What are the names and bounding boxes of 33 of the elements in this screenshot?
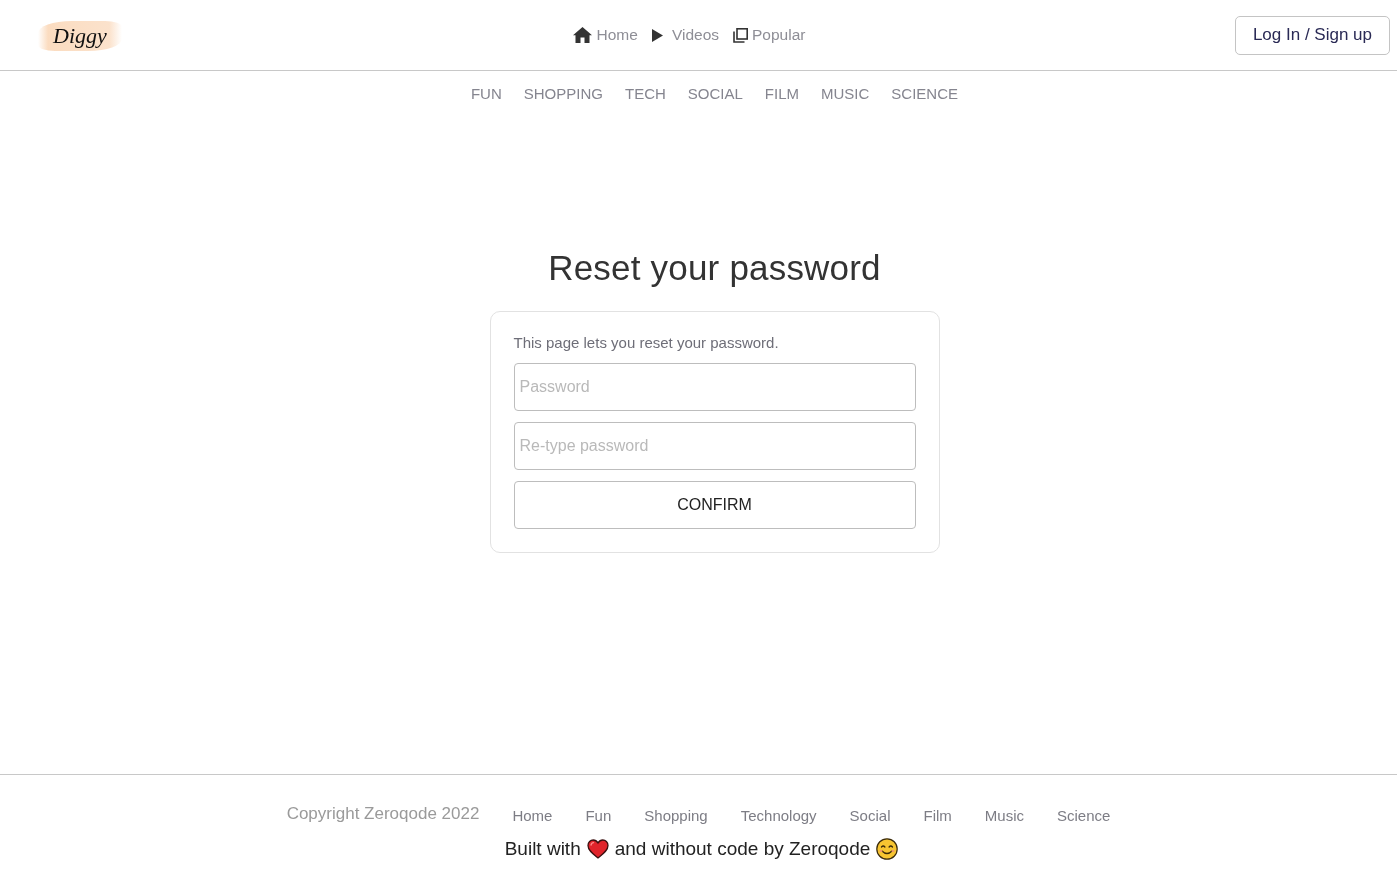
nav-link[interactable]: Home	[572, 26, 638, 44]
home-icon	[572, 27, 592, 43]
smiley-icon	[876, 838, 899, 860]
card-description: This page lets you reset your password.	[513, 334, 780, 351]
nav-link[interactable]: Popular	[733, 26, 806, 44]
footer-link[interactable]: Home	[512, 806, 553, 824]
footer-link[interactable]: Fun	[585, 806, 612, 824]
footer-link[interactable]: Technology	[740, 806, 817, 824]
footer-link[interactable]: Shopping	[644, 806, 708, 824]
heart-icon	[586, 839, 609, 859]
category-link[interactable]: FUN	[470, 85, 502, 102]
copyright-text: Copyright Zeroqode 2022	[286, 804, 480, 824]
credit-text: Built with	[504, 838, 581, 860]
play-icon	[651, 28, 663, 42]
category-link[interactable]: FILM	[764, 85, 799, 102]
page-title: Reset your password	[548, 248, 881, 288]
category-link[interactable]: SOCIAL	[687, 85, 743, 102]
password-field[interactable]: Password	[513, 363, 916, 411]
copy-icon	[733, 27, 748, 43]
confirm-button[interactable]: CONFIRM	[513, 481, 916, 529]
category-link[interactable]: SHOPPING	[523, 85, 603, 102]
password-field[interactable]: Re-type password	[513, 422, 916, 470]
category-link[interactable]: TECH	[624, 85, 666, 102]
footer-link[interactable]: Film	[923, 806, 952, 824]
category-link[interactable]: SCIENCE	[891, 85, 959, 102]
footer-link[interactable]: Music	[984, 806, 1024, 824]
footer-link[interactable]: Science	[1056, 806, 1111, 824]
footer-link[interactable]: Social	[849, 806, 891, 824]
category-link[interactable]: MUSIC	[821, 85, 870, 102]
credit-text: and without code by Zeroqode	[614, 838, 871, 860]
nav-link[interactable]: Videos	[651, 26, 719, 44]
logo[interactable]: Diggy	[38, 21, 122, 51]
login-button[interactable]: Log In / Sign up	[1234, 15, 1390, 55]
